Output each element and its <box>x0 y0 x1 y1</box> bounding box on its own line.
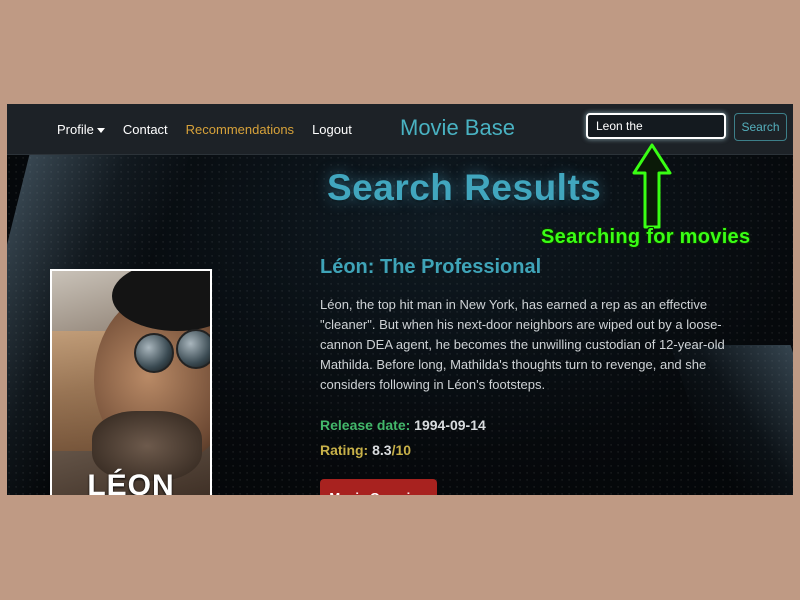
search-button[interactable]: Search <box>734 113 787 141</box>
movie-poster[interactable]: LÉON <box>50 269 212 495</box>
annotation-arrow-icon <box>632 143 672 229</box>
movie-overview-text: Léon, the top hit man in New York, has e… <box>320 297 725 392</box>
rating-label: Rating: <box>320 442 369 458</box>
nav-recommendations-link[interactable]: Recommendations <box>186 122 294 137</box>
navbar: Profile Contact Recommendations Logout M… <box>7 104 793 155</box>
nav-profile-dropdown[interactable]: Profile <box>57 122 105 137</box>
movie-overview-button[interactable]: Movie Overview <box>320 479 437 495</box>
movie-title[interactable]: Léon: The Professional <box>320 256 541 279</box>
nav-profile-label: Profile <box>57 121 94 137</box>
caret-down-icon <box>96 127 105 133</box>
annotation-caption: Searching for movies <box>541 226 751 248</box>
search-results-heading: Search Results <box>327 167 602 208</box>
poster-sunglasses-left <box>134 333 174 373</box>
release-date-label: Release date: <box>320 417 411 433</box>
nav-contact-link[interactable]: Contact <box>123 122 168 137</box>
rating-value: 8.3 <box>372 442 392 458</box>
release-date-value: 1994-09-14 <box>414 417 486 433</box>
rating-max: /10 <box>391 442 412 458</box>
poster-title: LÉON <box>87 469 175 495</box>
nav-logout-link[interactable]: Logout <box>312 122 352 137</box>
main-content: Search Results LÉON Léon: The Profession… <box>7 155 793 495</box>
app-window: Profile Contact Recommendations Logout M… <box>7 104 793 495</box>
rating-row: Rating: 8.3/10 <box>320 442 411 458</box>
release-date-row: Release date: 1994-09-14 <box>320 417 486 433</box>
search-input[interactable] <box>586 113 726 139</box>
poster-sunglasses-right <box>176 329 210 369</box>
nav-links: Profile Contact Recommendations Logout <box>57 104 370 154</box>
brand-title[interactable]: Movie Base <box>400 115 515 141</box>
